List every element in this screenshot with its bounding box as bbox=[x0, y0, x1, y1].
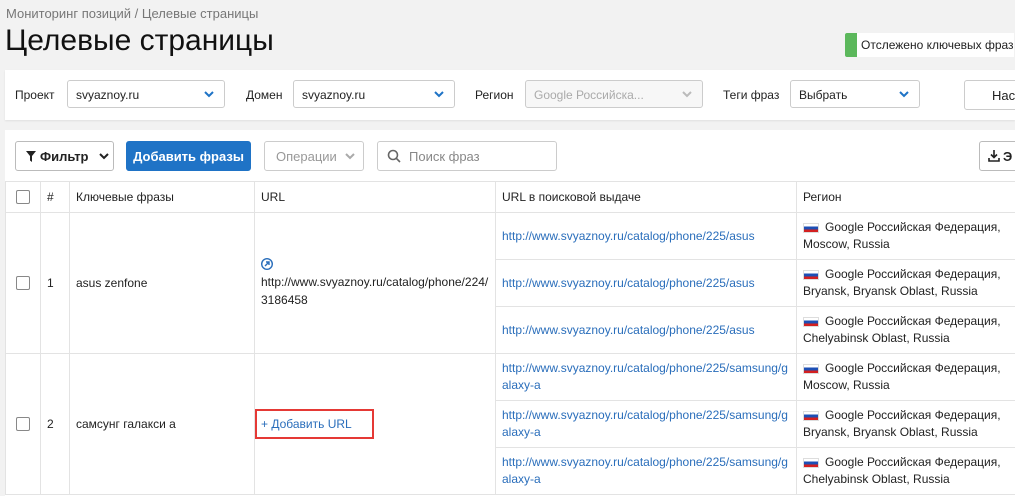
project-select[interactable]: svyaznoy.ru bbox=[67, 80, 225, 108]
domain-label: Домен bbox=[246, 88, 283, 102]
search-placeholder: Поиск фраз bbox=[409, 148, 480, 164]
region-location: Bryansk, Bryansk Oblast, Russia bbox=[803, 425, 978, 439]
region-location: Chelyabinsk Oblast, Russia bbox=[803, 472, 950, 486]
chevron-down-icon bbox=[899, 91, 909, 98]
row-checkbox-cell bbox=[5, 212, 41, 354]
table-row: 2 самсунг галакси а + Добавить URL http:… bbox=[5, 353, 1015, 495]
header-num: # bbox=[40, 181, 70, 213]
search-icon bbox=[387, 149, 401, 163]
serp-url-cell: http://www.svyaznoy.ru/catalog/phone/225… bbox=[495, 447, 797, 495]
region-cell: Google Российская Федерация, Bryansk, Br… bbox=[796, 400, 1015, 448]
download-icon bbox=[988, 150, 1000, 162]
page-title: Целевые страницы bbox=[5, 24, 274, 57]
filter-bar: Проект svyaznoy.ru Домен svyaznoy.ru Рег… bbox=[5, 70, 1015, 120]
serp-url-link[interactable]: http://www.svyaznoy.ru/catalog/phone/225… bbox=[502, 323, 755, 337]
chevron-down-icon bbox=[98, 153, 109, 160]
row-checkbox-cell bbox=[5, 353, 41, 495]
region-cell: Google Российская Федерация, Moscow, Rus… bbox=[796, 212, 1015, 260]
serp-url-link[interactable]: http://www.svyaznoy.ru/catalog/phone/225… bbox=[502, 408, 788, 439]
tracked-indicator bbox=[845, 33, 857, 57]
row-checkbox[interactable] bbox=[16, 276, 30, 291]
chevron-down-icon bbox=[682, 91, 692, 98]
chevron-down-icon bbox=[204, 91, 214, 98]
region-name: Google Российская Федерация, bbox=[825, 361, 1001, 375]
operations-label: Операции bbox=[276, 148, 337, 164]
region-cell: Google Российская Федерация, Chelyabinsk… bbox=[796, 306, 1015, 354]
operations-dropdown: Операции bbox=[264, 141, 364, 171]
region-name: Google Российская Федерация, bbox=[825, 455, 1001, 469]
serp-url-cell: http://www.svyaznoy.ru/catalog/phone/225… bbox=[495, 259, 797, 307]
region-name: Google Российская Федерация, bbox=[825, 220, 1001, 234]
serp-url-link[interactable]: http://www.svyaznoy.ru/catalog/phone/225… bbox=[502, 361, 788, 392]
region-name: Google Российская Федерация, bbox=[825, 314, 1001, 328]
serp-url-link[interactable]: http://www.svyaznoy.ru/catalog/phone/225… bbox=[502, 455, 788, 486]
region-name: Google Российская Федерация, bbox=[825, 408, 1001, 422]
domain-select[interactable]: svyaznoy.ru bbox=[293, 80, 455, 108]
filter-button[interactable]: Фильтр bbox=[15, 141, 114, 171]
region-location: Moscow, Russia bbox=[803, 378, 890, 392]
tracked-label: Отслежено ключевых фраз bbox=[861, 38, 1014, 52]
target-url: http://www.svyaznoy.ru/catalog/phone/224… bbox=[261, 274, 489, 307]
region-location: Chelyabinsk Oblast, Russia bbox=[803, 331, 950, 345]
row-num: 2 bbox=[40, 353, 70, 495]
export-button[interactable]: Э bbox=[979, 141, 1015, 171]
region-location: Moscow, Russia bbox=[803, 237, 890, 251]
settings-button[interactable]: Нас bbox=[964, 80, 1015, 110]
region-location: Bryansk, Bryansk Oblast, Russia bbox=[803, 284, 978, 298]
serp-url-cell: http://www.svyaznoy.ru/catalog/phone/225… bbox=[495, 400, 797, 448]
row-num: 1 bbox=[40, 212, 70, 354]
breadcrumb: Мониторинг позиций / Целевые страницы bbox=[6, 6, 259, 21]
header-url[interactable]: URL bbox=[254, 181, 496, 213]
row-phrase: самсунг галакси а bbox=[69, 353, 255, 495]
table-header-row: # Ключевые фразы URL URL в поисковой выд… bbox=[5, 181, 1015, 213]
serp-url-link[interactable]: http://www.svyaznoy.ru/catalog/phone/225… bbox=[502, 229, 755, 243]
row-phrase: asus zenfone bbox=[69, 212, 255, 354]
target-url-cell: + Добавить URL bbox=[254, 353, 496, 495]
region-value: Google Российска... bbox=[534, 88, 644, 102]
project-label: Проект bbox=[15, 88, 55, 102]
serp-url-cell: http://www.svyaznoy.ru/catalog/phone/225… bbox=[495, 306, 797, 354]
chevron-down-icon bbox=[434, 91, 444, 98]
russia-flag-icon bbox=[803, 363, 819, 374]
region-name: Google Российская Федерация, bbox=[825, 267, 1001, 281]
project-value: svyaznoy.ru bbox=[76, 88, 140, 102]
region-label: Регион bbox=[475, 88, 514, 102]
domain-value: svyaznoy.ru bbox=[302, 88, 366, 102]
header-phrase[interactable]: Ключевые фразы bbox=[69, 181, 255, 213]
region-select: Google Российска... bbox=[525, 80, 703, 108]
table-row: 1 asus zenfone http://www.svyaznoy.ru/ca… bbox=[5, 212, 1015, 354]
row-checkbox[interactable] bbox=[16, 417, 30, 432]
tags-label: Теги фраз bbox=[723, 88, 780, 102]
target-pages-table: # Ключевые фразы URL URL в поисковой выд… bbox=[5, 181, 1015, 495]
tags-value: Выбрать bbox=[799, 88, 848, 102]
serp-url-cell: http://www.svyaznoy.ru/catalog/phone/225… bbox=[495, 212, 797, 260]
select-all-checkbox[interactable] bbox=[16, 190, 30, 205]
main-panel: Фильтр Добавить фразы Операции Поиск фра… bbox=[5, 130, 1015, 496]
chevron-down-icon bbox=[345, 153, 355, 160]
header-region[interactable]: Регион bbox=[796, 181, 1015, 213]
add-phrases-button[interactable]: Добавить фразы bbox=[126, 141, 251, 171]
header-serp-url[interactable]: URL в поисковой выдаче bbox=[495, 181, 797, 213]
funnel-icon bbox=[26, 150, 36, 162]
region-cell: Google Российская Федерация, Bryansk, Br… bbox=[796, 259, 1015, 307]
russia-flag-icon bbox=[803, 222, 819, 233]
add-url-button[interactable]: + Добавить URL bbox=[255, 409, 374, 439]
serp-url-link[interactable]: http://www.svyaznoy.ru/catalog/phone/225… bbox=[502, 276, 755, 290]
export-label: Э bbox=[1003, 148, 1013, 164]
tags-select[interactable]: Выбрать bbox=[790, 80, 920, 108]
external-link-icon[interactable] bbox=[260, 257, 274, 270]
russia-flag-icon bbox=[803, 410, 819, 421]
serp-url-cell: http://www.svyaznoy.ru/catalog/phone/225… bbox=[495, 353, 797, 401]
search-input[interactable]: Поиск фраз bbox=[377, 141, 557, 171]
select-all-cell bbox=[5, 181, 41, 213]
region-cell: Google Российская Федерация, Chelyabinsk… bbox=[796, 447, 1015, 495]
region-cell: Google Российская Федерация, Moscow, Rus… bbox=[796, 353, 1015, 401]
tracked-phrases-badge: Отслежено ключевых фраз bbox=[845, 33, 1014, 57]
filter-label: Фильтр bbox=[40, 148, 89, 164]
target-url-cell: http://www.svyaznoy.ru/catalog/phone/224… bbox=[254, 212, 496, 354]
russia-flag-icon bbox=[803, 316, 819, 327]
russia-flag-icon bbox=[803, 269, 819, 280]
russia-flag-icon bbox=[803, 457, 819, 468]
